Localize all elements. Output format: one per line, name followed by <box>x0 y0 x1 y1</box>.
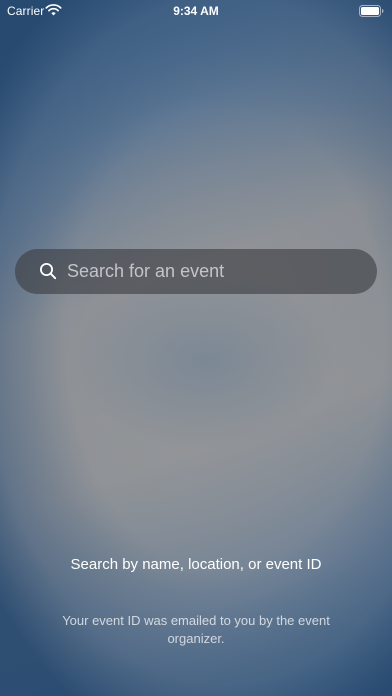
status-bar: Carrier 9:34 AM <box>0 0 392 22</box>
search-icon <box>39 262 57 280</box>
event-search-screen: Carrier 9:34 AM Search by name, lo <box>0 0 392 696</box>
battery-icon <box>359 4 384 17</box>
search-bar[interactable] <box>15 249 377 294</box>
clock-time: 9:34 AM <box>173 4 219 18</box>
search-hint-title: Search by name, location, or event ID <box>70 556 322 573</box>
search-input[interactable] <box>67 249 362 294</box>
search-hint-subtitle: Your event ID was emailed to you by the … <box>62 613 330 646</box>
